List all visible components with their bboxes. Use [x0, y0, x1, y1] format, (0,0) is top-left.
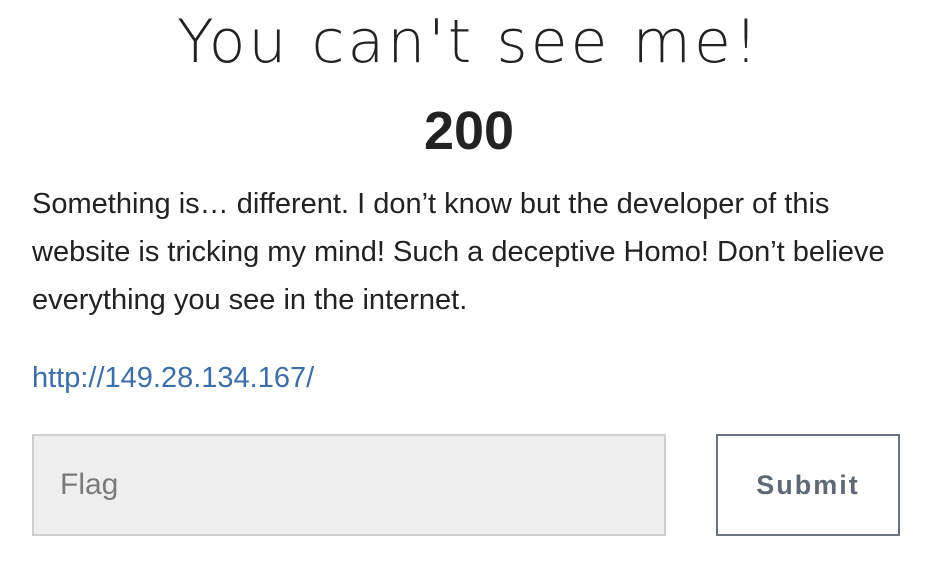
challenge-description: Something is… different. I don’t know bu… — [32, 188, 885, 316]
submit-button[interactable]: Submit — [716, 434, 900, 536]
challenge-title: You can't see me! — [177, 7, 761, 77]
flag-input[interactable] — [32, 434, 666, 536]
challenge-link[interactable]: http://149.28.134.167/ — [32, 356, 314, 400]
challenge-panel: You can't see me! 200 Something is… diff… — [0, 0, 938, 570]
challenge-points: 200 — [423, 101, 515, 161]
